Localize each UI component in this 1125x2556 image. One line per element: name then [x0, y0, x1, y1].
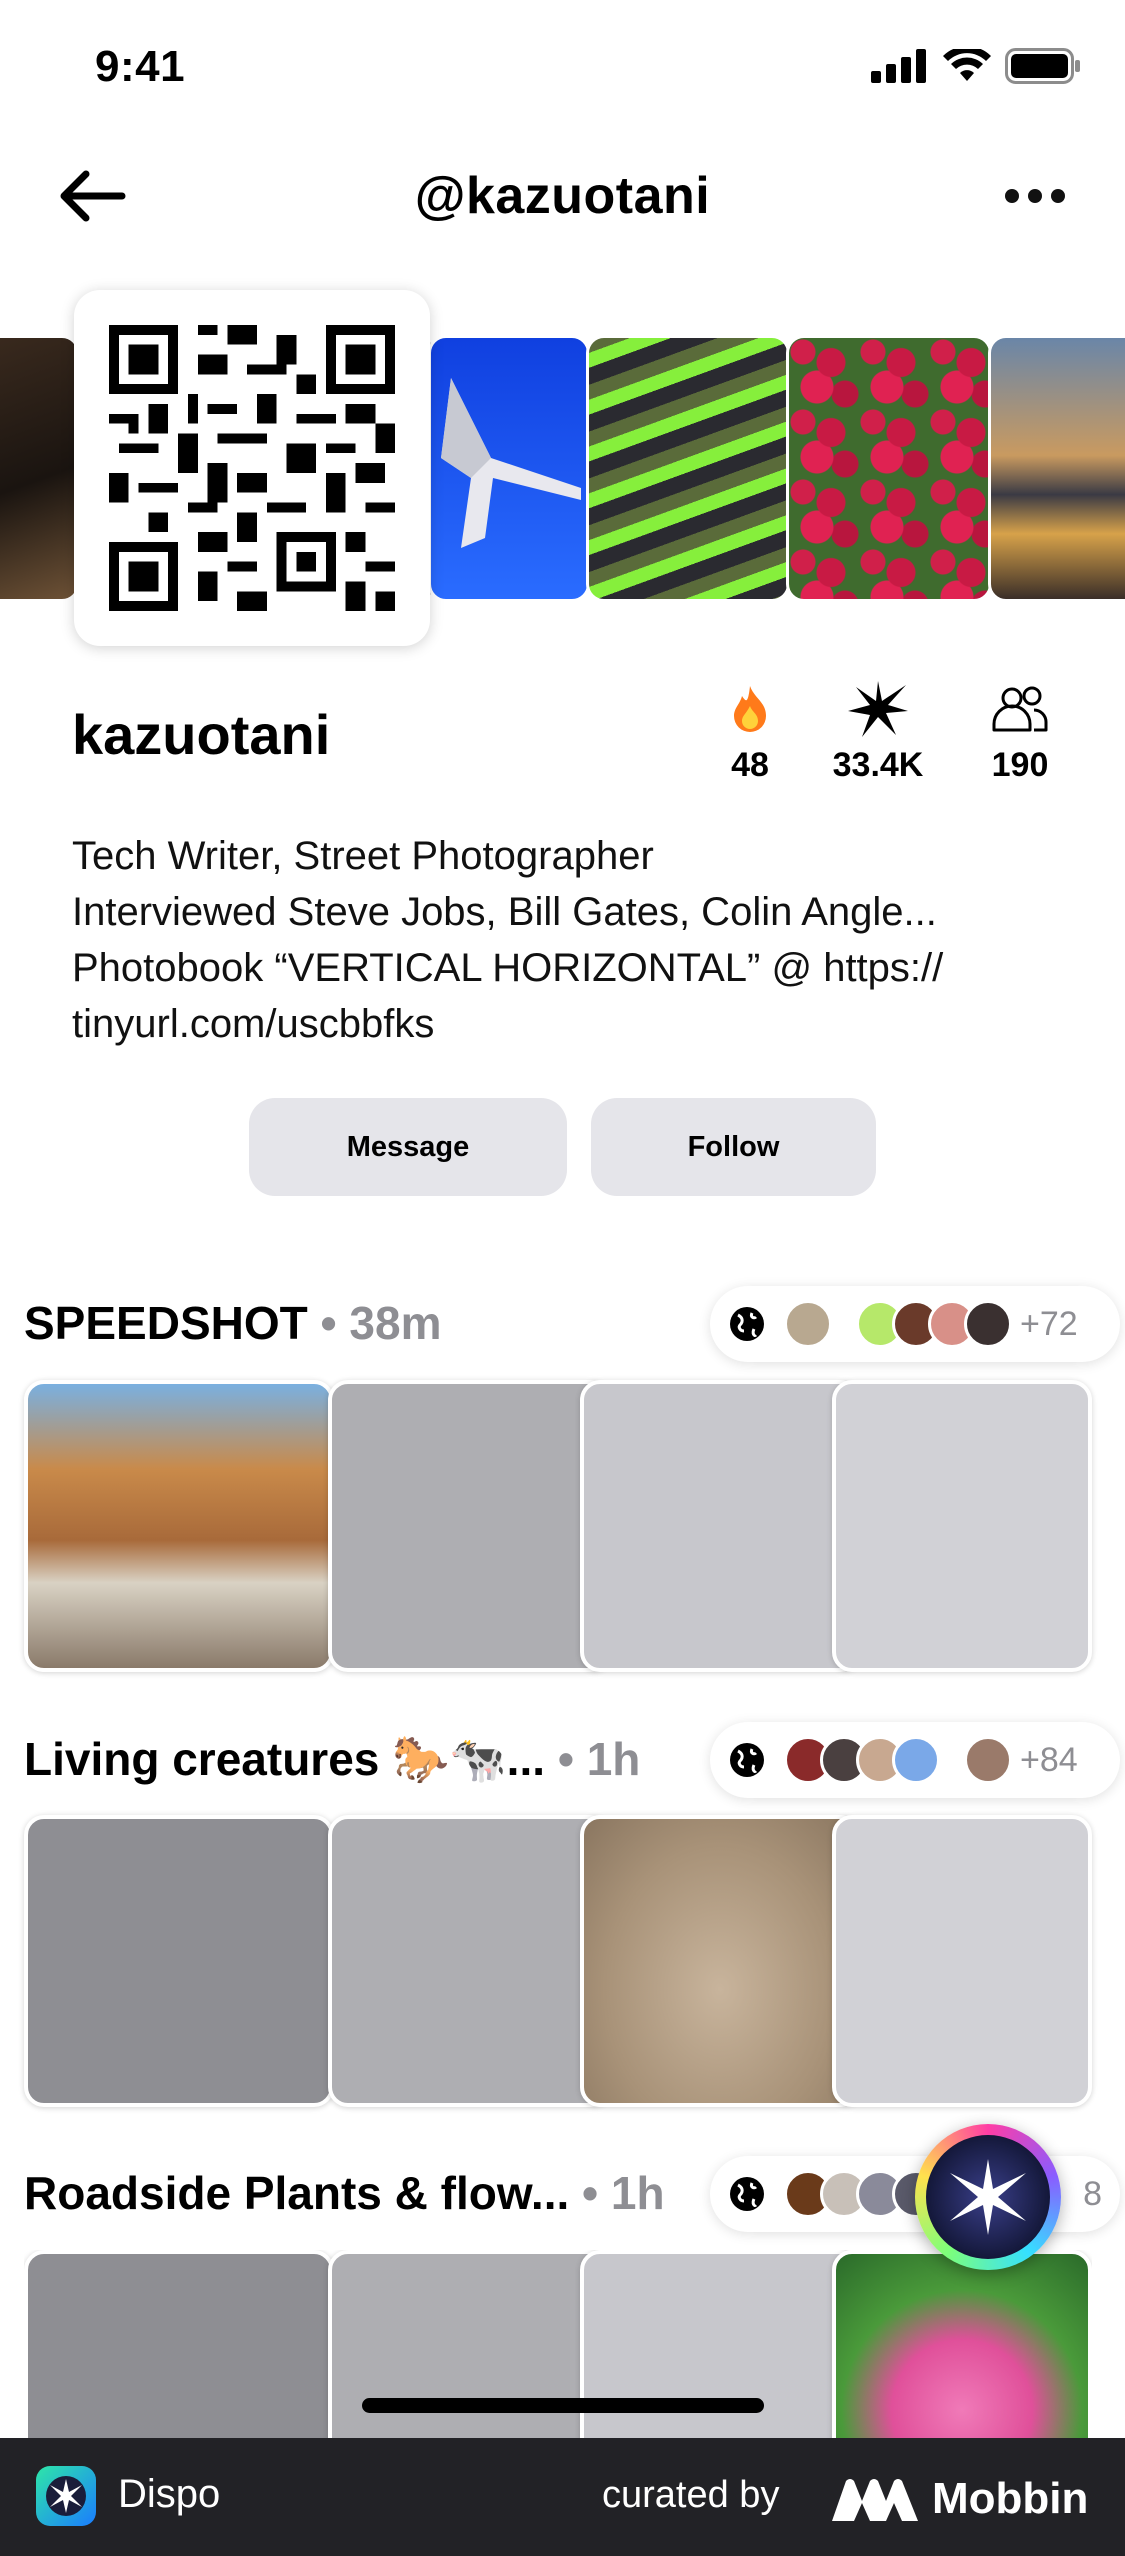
banner-curated-by: curated by	[602, 2474, 780, 2516]
banner-app-name: Dispo	[118, 2472, 221, 2516]
status-time: 9:41	[95, 42, 186, 91]
follow-button[interactable]: Follow	[591, 1098, 876, 1196]
roll-header[interactable]: SPEEDSHOT • 38m +72	[24, 1286, 1120, 1366]
stat-streak[interactable]: 48	[680, 680, 820, 785]
avatar	[892, 1736, 940, 1784]
stat-sparks-value: 33.4K	[832, 746, 924, 784]
roll-photo-placeholder[interactable]	[24, 1815, 334, 2107]
bio-link[interactable]: tinyurl.com/uscbbfks	[72, 996, 1072, 1052]
strip-photo-sunset	[988, 335, 1125, 602]
wifi-icon	[943, 49, 991, 81]
roll-photo-placeholder[interactable]	[580, 1380, 860, 1672]
participant-more-count: +84	[1020, 1740, 1078, 1779]
roll-time: • 1h	[582, 2167, 665, 2219]
signal-icon	[871, 49, 926, 83]
status-bar: 9:41	[0, 0, 1125, 140]
profile-stats: 48 33.4K 190	[680, 680, 1080, 790]
roll-title: Roadside Plants & flow... • 1h	[24, 2166, 665, 2220]
stat-streak-value: 48	[731, 746, 769, 784]
fire-icon	[734, 686, 766, 732]
roll-photo-grid	[24, 1815, 1092, 2107]
bio-line: Tech Writer, Street Photographer	[72, 834, 654, 878]
roll-photo-placeholder[interactable]	[328, 1815, 610, 2107]
strip-photo-airplane	[428, 335, 590, 602]
strip-photo-room	[0, 335, 80, 602]
camera-fab-button[interactable]	[915, 2124, 1061, 2270]
avatar	[784, 1300, 832, 1348]
roll-participants[interactable]: +84	[710, 1722, 1120, 1798]
more-button[interactable]	[995, 164, 1075, 228]
roll-photo-placeholder[interactable]	[24, 2250, 334, 2438]
battery-icon	[1005, 48, 1080, 84]
spark-camera-icon	[950, 2159, 1026, 2235]
roll-photo-placeholder[interactable]	[832, 1380, 1092, 1672]
bio-line: Photobook “VERTICAL HORIZONTAL” @ https:…	[72, 946, 944, 990]
message-button[interactable]: Message	[249, 1098, 567, 1196]
strip-photo-flowers	[786, 335, 992, 602]
roll-photo-placeholder[interactable]	[328, 1380, 610, 1672]
roll-photo-placeholder[interactable]	[832, 1815, 1092, 2107]
stat-friends-value: 190	[991, 746, 1049, 784]
globe-icon	[730, 1743, 764, 1777]
mobbin-logo: Mobbin	[832, 2474, 1088, 2524]
globe-icon	[730, 1307, 764, 1341]
stat-friends[interactable]: 190	[950, 680, 1090, 785]
roll-title-text: Living creatures 🐎🐄...	[24, 1733, 546, 1785]
page-title: @kazuotani	[414, 167, 711, 225]
roll-photo[interactable]	[580, 1815, 860, 2107]
roll-time: • 38m	[320, 1297, 442, 1349]
roll-photo[interactable]	[832, 2250, 1092, 2438]
globe-icon	[730, 2177, 764, 2211]
mobbin-logo-icon	[832, 2479, 918, 2521]
avatar	[964, 1300, 1012, 1348]
strip-photo-structure	[586, 335, 790, 602]
roll-title: Living creatures 🐎🐄... • 1h	[24, 1732, 640, 1787]
roll-title-text: SPEEDSHOT	[24, 1297, 308, 1349]
roll-photo[interactable]	[24, 1380, 334, 1672]
roll-title: SPEEDSHOT • 38m	[24, 1296, 441, 1350]
qr-code-icon	[109, 325, 395, 611]
roll-participants[interactable]: +72	[710, 1286, 1120, 1362]
people-icon	[992, 686, 1048, 732]
participant-more-count: 8	[1083, 2174, 1102, 2213]
dispo-app-icon	[36, 2466, 96, 2526]
home-indicator	[362, 2398, 764, 2413]
roll-title-text: Roadside Plants & flow...	[24, 2167, 570, 2219]
banner-brand: Mobbin	[932, 2474, 1089, 2523]
status-icons	[871, 48, 1081, 84]
bio-line: Interviewed Steve Jobs, Bill Gates, Coli…	[72, 890, 937, 934]
attribution-banner: Dispo curated by Mobbin	[0, 2438, 1125, 2556]
roll-time: • 1h	[557, 1733, 641, 1785]
nav-bar: @kazuotani	[0, 150, 1125, 240]
spark-icon	[848, 681, 908, 737]
roll-header[interactable]: Living creatures 🐎🐄... • 1h +84	[24, 1722, 1120, 1802]
participant-more-count: +72	[1020, 1304, 1078, 1343]
more-icon	[1005, 189, 1019, 203]
profile-name: kazuotani	[72, 703, 331, 766]
profile-bio: Tech Writer, Street Photographer Intervi…	[72, 828, 1072, 1052]
roll-photo-grid	[24, 1380, 1092, 1672]
avatar	[964, 1736, 1012, 1784]
stat-sparks[interactable]: 33.4K	[808, 680, 948, 785]
qr-code-card[interactable]	[74, 290, 430, 646]
